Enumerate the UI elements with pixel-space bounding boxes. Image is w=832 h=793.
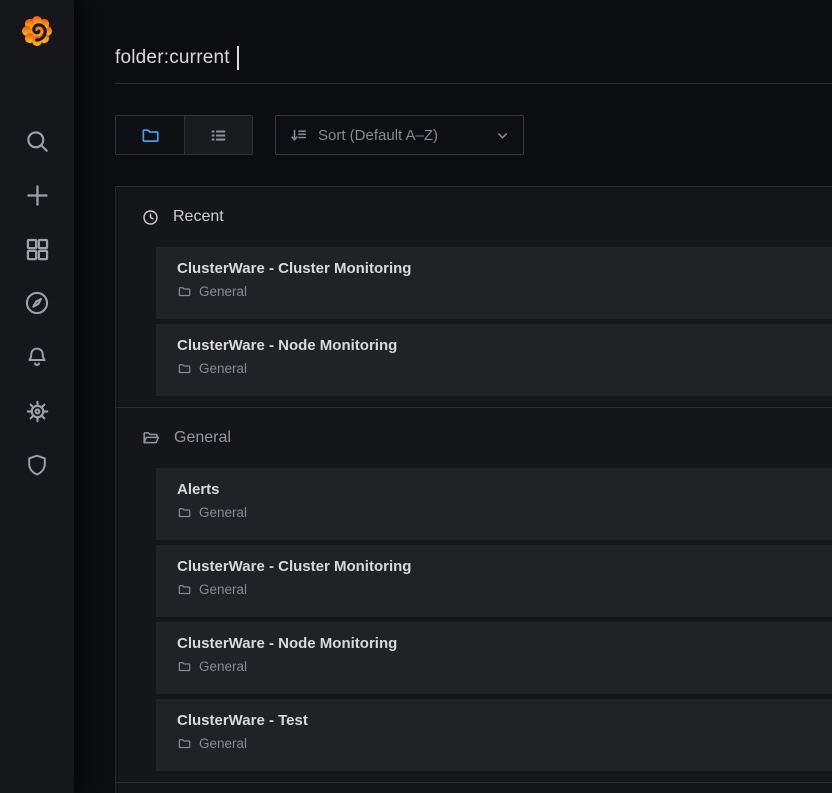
configuration-gear-icon [24, 398, 51, 425]
folder-tag: General [177, 505, 832, 520]
folder-icon [177, 284, 192, 299]
dashboard-title: ClusterWare - Cluster Monitoring [177, 558, 832, 575]
plus-icon [23, 181, 52, 210]
sort-amount-icon [289, 126, 308, 145]
alerting-bell-icon [24, 344, 50, 370]
sidebar-item-server-admin[interactable] [0, 438, 74, 492]
section-items: Alerts General ClusterWare - Cluster Mon… [116, 468, 832, 782]
chevron-down-icon [495, 128, 510, 143]
dashboard-card[interactable]: ClusterWare - Cluster Monitoring General [156, 247, 832, 319]
sidebar-item-explore[interactable] [0, 276, 74, 330]
search-screen: folder:current Sort (Defau [74, 0, 832, 793]
result-section: Recent ClusterWare - Cluster Monitoring … [115, 186, 832, 407]
section-label: Recent [173, 208, 224, 226]
folder-icon [177, 736, 192, 751]
sidebar-item-configuration[interactable] [0, 384, 74, 438]
dashboard-title: ClusterWare - Node Monitoring [177, 337, 832, 354]
folder-icon [177, 505, 192, 520]
folder-icon [177, 659, 192, 674]
sidebar [0, 0, 74, 793]
sidebar-item-alerting[interactable] [0, 330, 74, 384]
dashboard-card[interactable]: ClusterWare - Node Monitoring General [156, 324, 832, 396]
search-icon [24, 128, 51, 155]
sidebar-item-search[interactable] [0, 114, 74, 168]
list-view-button[interactable] [184, 116, 252, 154]
text-caret [237, 46, 239, 70]
section-header[interactable]: General [116, 408, 832, 468]
sidebar-item-create[interactable] [0, 168, 74, 222]
folder-open-icon [141, 428, 161, 448]
list-view-icon [208, 125, 229, 146]
dashboard-card[interactable]: Alerts General [156, 468, 832, 540]
search-input[interactable]: folder:current [115, 0, 832, 84]
next-section-partial [115, 782, 832, 793]
dashboard-title: Alerts [177, 481, 832, 498]
dashboards-grid-icon [24, 236, 51, 263]
search-query-text: folder:current [115, 47, 230, 69]
dashboard-card[interactable]: ClusterWare - Test General [156, 699, 832, 771]
search-results: Recent ClusterWare - Cluster Monitoring … [115, 186, 832, 793]
folder-view-icon [140, 125, 161, 146]
grafana-logo[interactable] [0, 0, 74, 56]
folder-tag-label: General [199, 582, 247, 597]
dashboard-title: ClusterWare - Cluster Monitoring [177, 260, 832, 277]
sidebar-item-dashboards[interactable] [0, 222, 74, 276]
sort-picker[interactable]: Sort (Default A–Z) [275, 115, 524, 155]
section-header[interactable]: Recent [116, 187, 832, 247]
folder-tag-label: General [199, 505, 247, 520]
folder-icon [177, 361, 192, 376]
folder-tag: General [177, 361, 832, 376]
result-section: General Alerts General ClusterWare - Clu… [115, 407, 832, 782]
dashboard-title: ClusterWare - Node Monitoring [177, 635, 832, 652]
sidebar-nav [0, 114, 74, 492]
folder-tag: General [177, 659, 832, 674]
explore-compass-icon [23, 289, 51, 317]
grafana-logo-icon [17, 10, 57, 50]
sort-label: Sort (Default A–Z) [318, 127, 438, 144]
folder-tag: General [177, 736, 832, 751]
clock-icon [141, 208, 160, 227]
folder-tag-label: General [199, 361, 247, 376]
folder-view-button[interactable] [116, 116, 184, 154]
dashboard-card[interactable]: ClusterWare - Cluster Monitoring General [156, 545, 832, 617]
server-admin-shield-icon [24, 452, 50, 478]
dashboard-card[interactable]: ClusterWare - Node Monitoring General [156, 622, 832, 694]
folder-tag: General [177, 284, 832, 299]
section-label: General [174, 429, 231, 447]
folder-tag-label: General [199, 284, 247, 299]
search-toolbar: Sort (Default A–Z) [115, 115, 832, 155]
folder-tag-label: General [199, 659, 247, 674]
folder-tag: General [177, 582, 832, 597]
folder-icon [177, 582, 192, 597]
dashboard-title: ClusterWare - Test [177, 712, 832, 729]
section-items: ClusterWare - Cluster Monitoring General… [116, 247, 832, 407]
folder-tag-label: General [199, 736, 247, 751]
layout-toggle-group [115, 115, 253, 155]
